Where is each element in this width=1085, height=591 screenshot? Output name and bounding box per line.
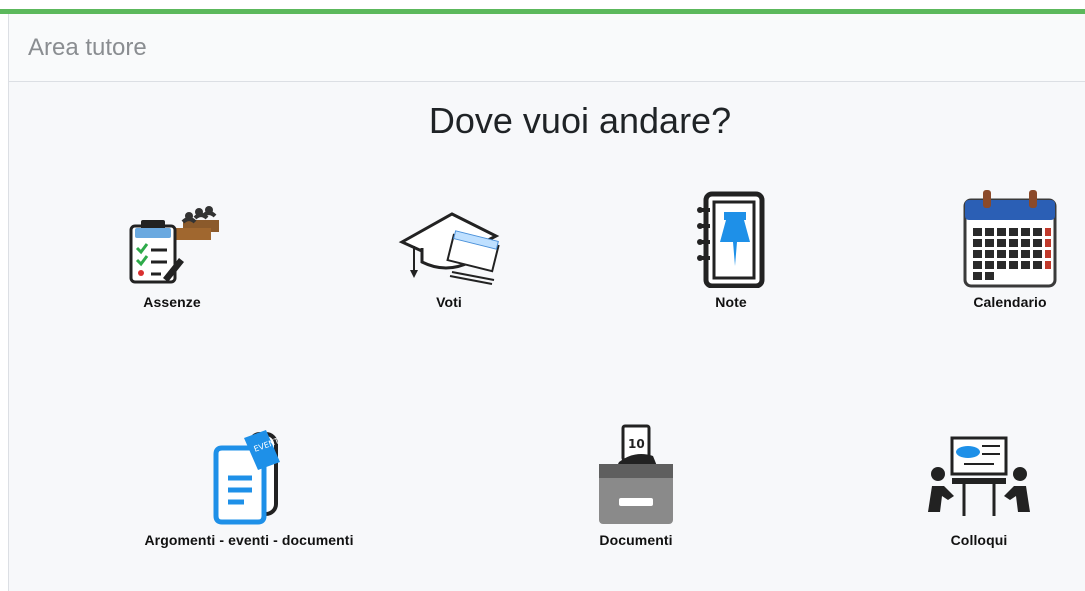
tile-assenze[interactable]: Assenze [62,200,282,310]
tile-colloqui[interactable]: Colloqui [869,424,1085,548]
panel-header: Area tutore [9,14,1085,82]
tile-calendario[interactable]: Calendario [900,190,1085,310]
tile-label: Voti [436,294,462,310]
calendar-icon [963,190,1057,288]
document-event-icon: EVENT [213,430,281,525]
tile-label: Assenze [143,294,201,310]
tile-documenti[interactable]: 10 Documenti [526,424,746,548]
attendance-clipboard-icon [129,206,219,284]
tile-label: Documenti [599,532,673,548]
navigation-question: Dove vuoi andare? [428,100,732,141]
tile-note[interactable]: Note [621,190,841,310]
document-tray-icon: 10 [599,424,673,524]
graduation-cap-icon [398,212,500,285]
tile-argomenti-eventi-documenti[interactable]: EVENT Argomenti - eventi - documenti [139,424,359,548]
tile-voti[interactable]: Voti [339,200,559,310]
tile-label: Argomenti - eventi - documenti [144,532,354,548]
tile-label: Calendario [973,294,1047,310]
tile-label: Colloqui [950,532,1008,548]
panel-title: Area tutore [28,34,147,61]
meeting-board-icon [928,436,1030,516]
notebook-pin-icon [697,191,765,288]
tile-label: Note [715,294,747,310]
svg-text:10: 10 [628,437,645,451]
